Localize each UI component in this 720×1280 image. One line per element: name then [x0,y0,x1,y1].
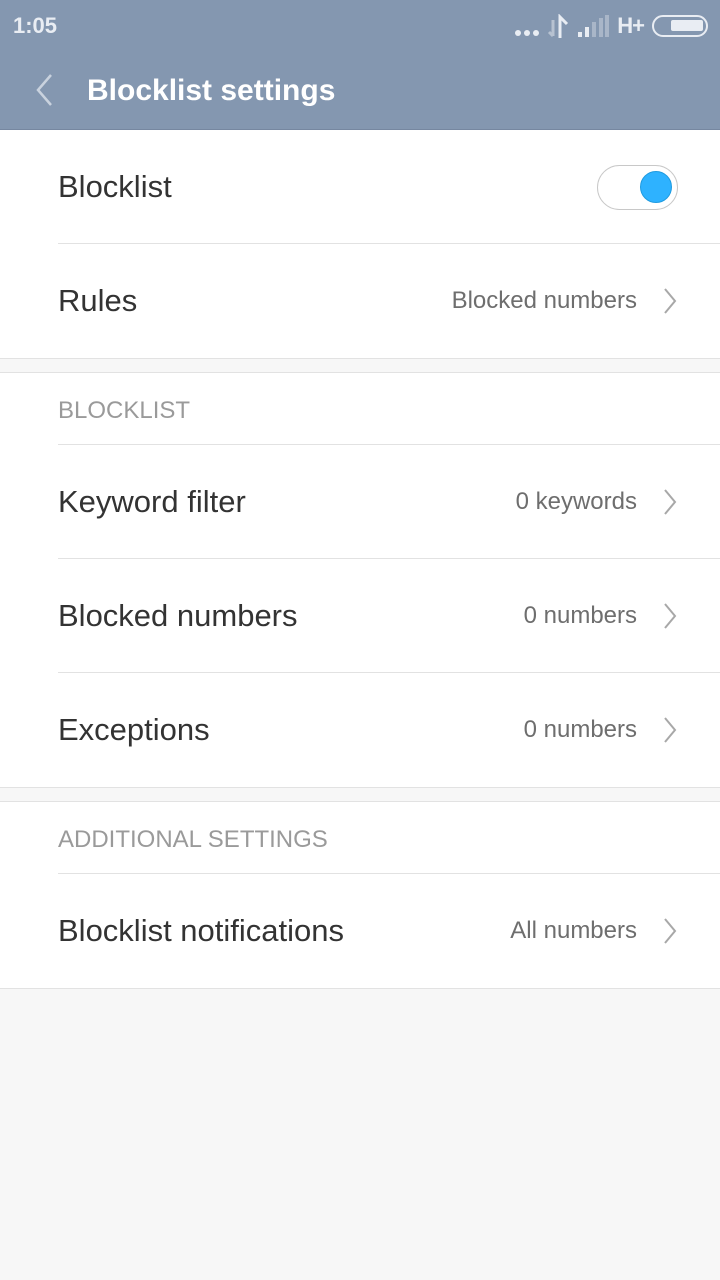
section-header-text: BLOCKLIST [58,397,191,424]
blocklist-notifications-value: All numbers [510,917,637,944]
keyword-filter-label: Keyword filter [58,484,246,519]
title-bar: Blocklist settings [0,52,720,130]
blocked-numbers-label: Blocked numbers [58,598,298,633]
status-icons: H+ [515,12,708,40]
more-dots-icon [515,16,540,36]
toggle-knob [640,170,672,203]
chevron-right-icon [660,601,680,631]
blocklist-toggle-label: Blocklist [58,169,172,204]
chevron-right-icon [660,916,680,946]
keyword-filter-value: 0 keywords [515,488,637,515]
rules-value: Blocked numbers [451,287,637,314]
blocklist-section: BLOCKLIST Keyword filter 0 keywords Bloc… [0,372,720,788]
status-bar: 1:05 H+ [0,0,720,52]
network-type: H+ [617,13,645,38]
main-settings-section: Blocklist Rules Blocked numbers [0,130,720,359]
blocklist-section-header: BLOCKLIST [0,373,720,445]
app-header: 1:05 H+ Blocklist settings [0,0,720,130]
chevron-right-icon [660,286,680,316]
blocklist-toggle[interactable] [597,164,678,210]
data-transfer-icon [548,14,569,38]
signal-icon [578,15,610,37]
battery-icon [652,15,708,37]
additional-settings-section: ADDITIONAL SETTINGS Blocklist notificati… [0,801,720,989]
rules-label: Rules [58,283,138,318]
section-header-text: ADDITIONAL SETTINGS [58,826,328,853]
back-button[interactable] [24,70,64,110]
additional-section-header: ADDITIONAL SETTINGS [0,802,720,874]
blocklist-toggle-row[interactable]: Blocklist [0,130,720,244]
rules-row[interactable]: Rules Blocked numbers [0,244,720,358]
exceptions-value: 0 numbers [523,716,637,743]
exceptions-label: Exceptions [58,712,210,747]
blocked-numbers-value: 0 numbers [523,602,637,629]
blocklist-notifications-row[interactable]: Blocklist notifications All numbers [0,874,720,988]
keyword-filter-row[interactable]: Keyword filter 0 keywords [0,445,720,559]
blocklist-notifications-label: Blocklist notifications [58,913,345,948]
chevron-left-icon [36,74,52,106]
page-title: Blocklist settings [87,74,336,107]
chevron-right-icon [660,487,680,517]
chevron-right-icon [660,715,680,745]
blocked-numbers-row[interactable]: Blocked numbers 0 numbers [0,559,720,673]
exceptions-row[interactable]: Exceptions 0 numbers [0,673,720,787]
status-time: 1:05 [13,13,58,38]
